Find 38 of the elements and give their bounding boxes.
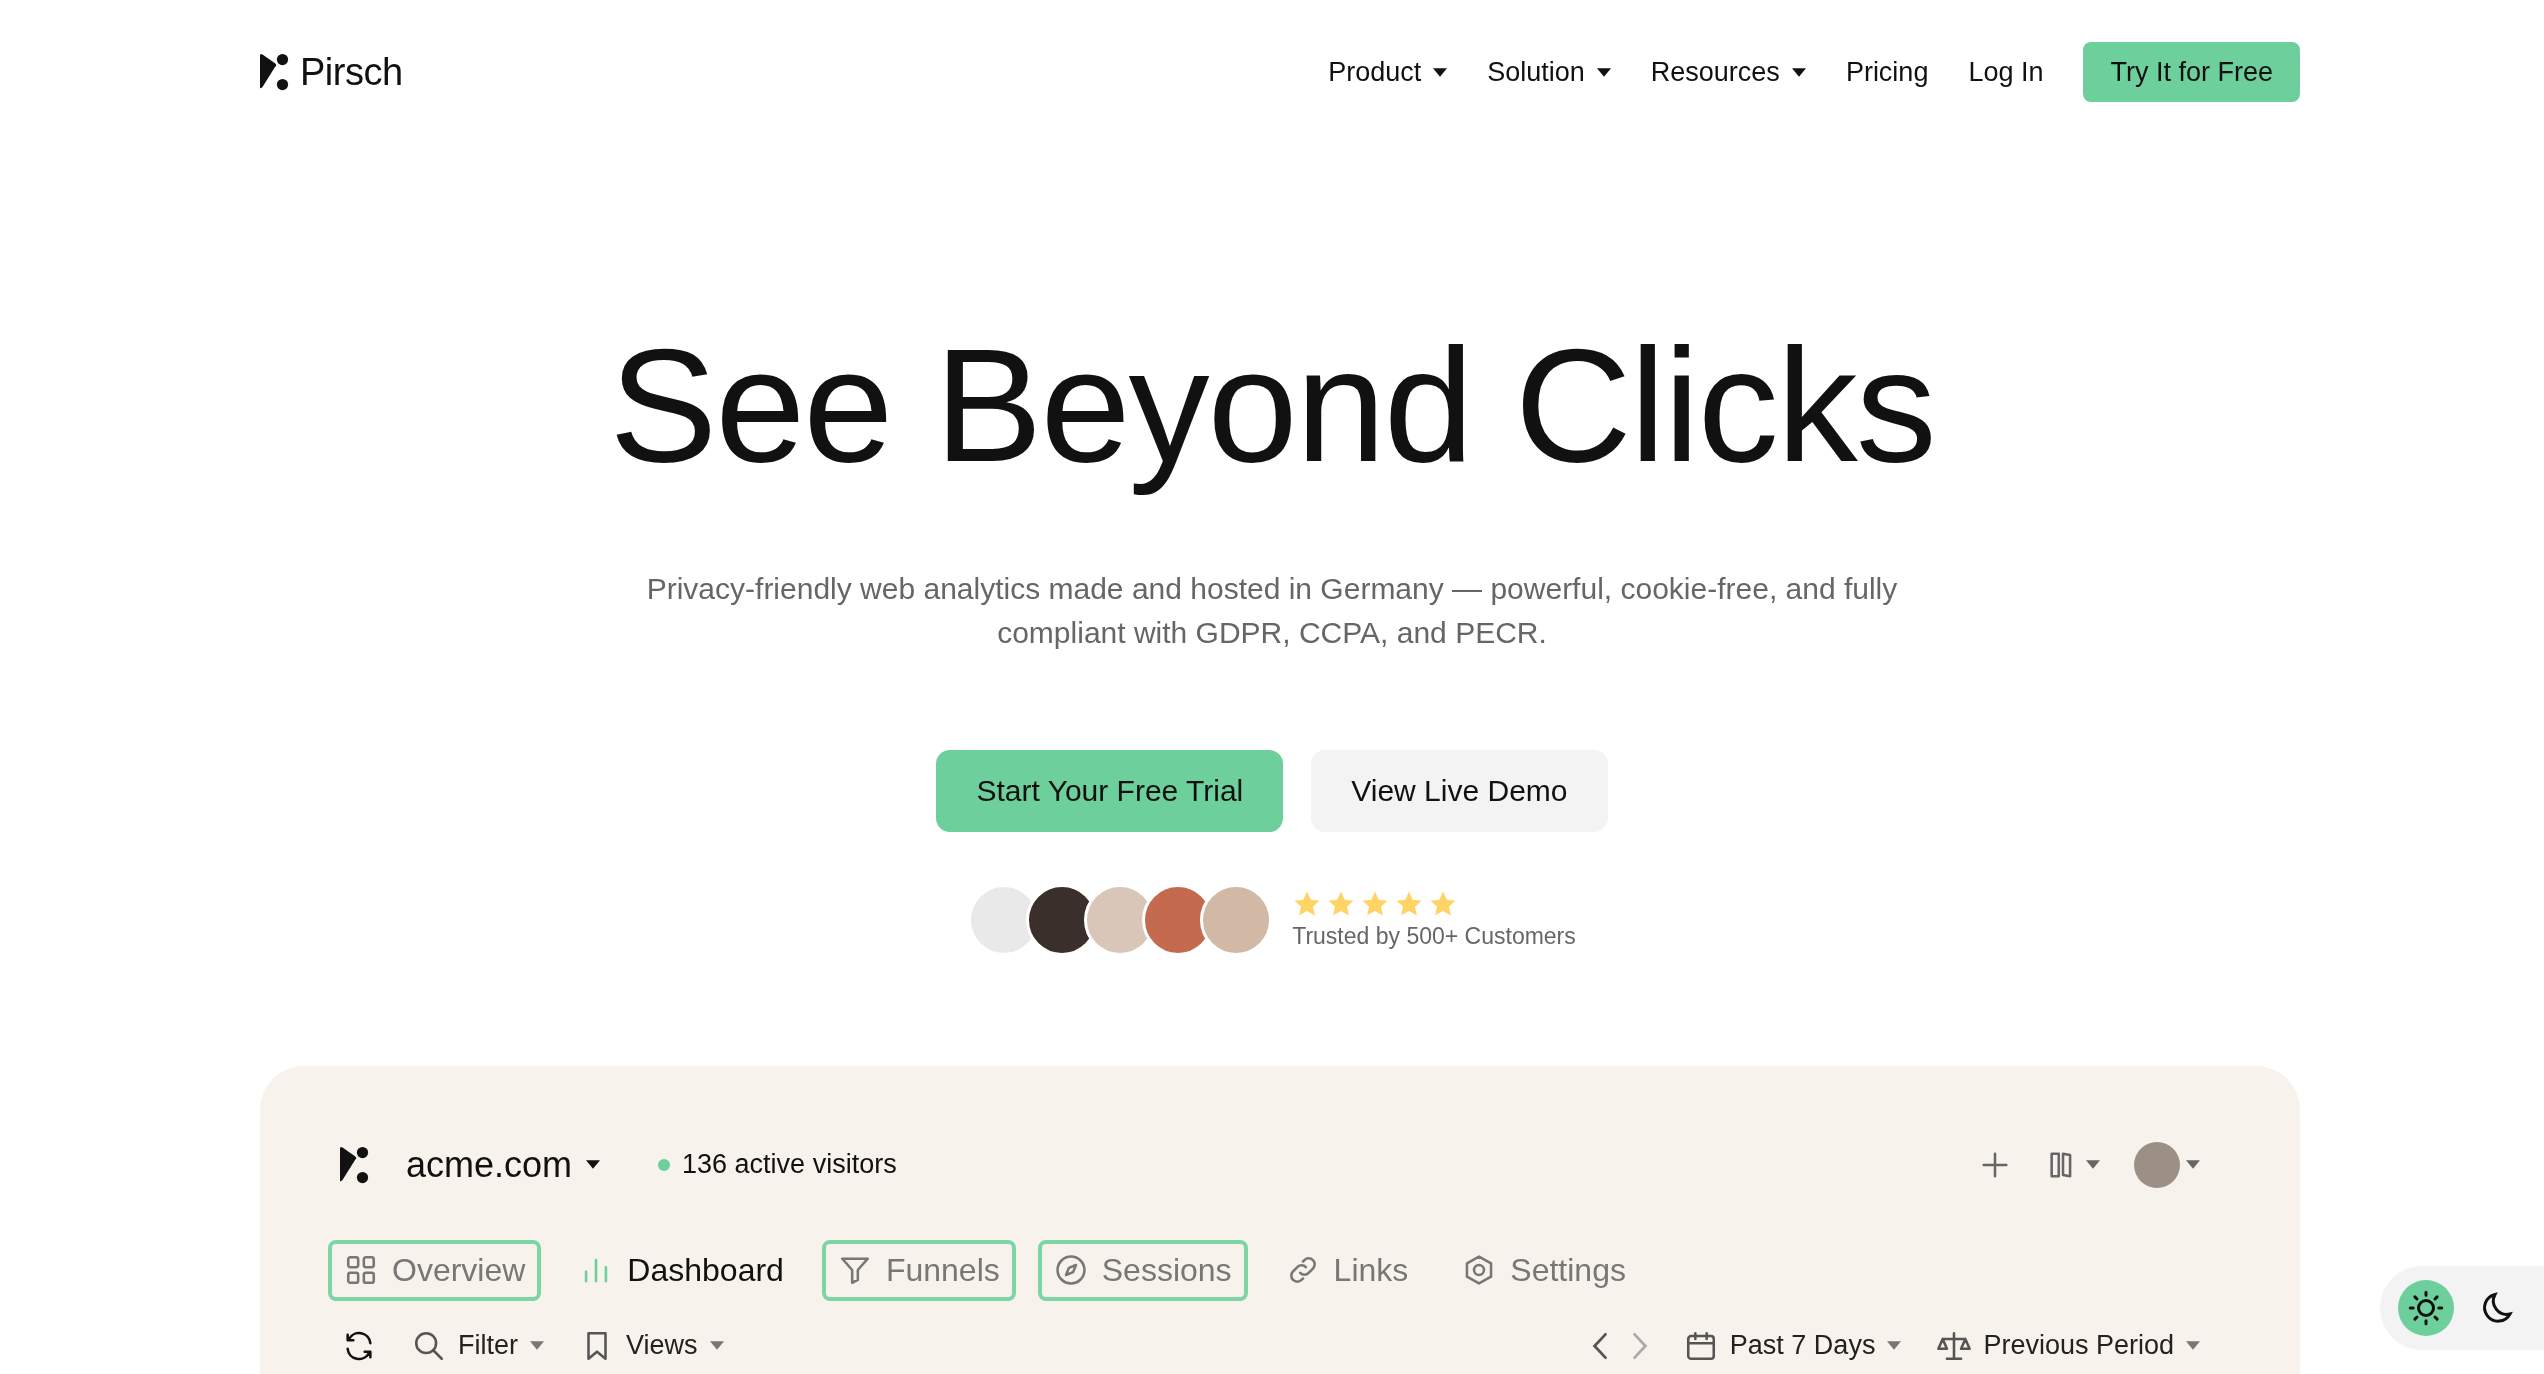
status-dot	[658, 1158, 671, 1171]
brand-name: Pirsch	[300, 50, 403, 94]
free-trial-button[interactable]: Start Your Free Trial	[936, 749, 1284, 832]
filter-button[interactable]: Filter	[412, 1328, 544, 1363]
nav-link[interactable]: Solution	[1487, 56, 1611, 88]
views-button[interactable]: Views	[580, 1328, 724, 1363]
caret-icon	[709, 1341, 724, 1350]
nav-link[interactable]: Product	[1328, 56, 1448, 88]
active-visitors: 136 active visitors	[682, 1149, 897, 1180]
caret-icon	[530, 1341, 544, 1350]
caret-icon	[586, 1160, 601, 1169]
nav-link[interactable]: Pricing	[1845, 56, 1929, 88]
caret-icon	[2186, 1341, 2200, 1350]
caret-icon	[2086, 1160, 2100, 1169]
nav-link[interactable]: Log In	[1968, 56, 2044, 88]
nav-tab[interactable]: Settings	[1446, 1239, 1642, 1301]
nav-tab[interactable]: Funnels	[821, 1239, 1016, 1301]
site-name[interactable]: acme.com	[406, 1143, 573, 1186]
grid-icon	[344, 1253, 378, 1287]
trust-text: Trusted by 500+ Customers	[1292, 923, 1576, 950]
live-demo-button[interactable]: View Live Demo	[1311, 749, 1608, 832]
compare-button[interactable]: Previous Period	[1937, 1328, 2200, 1363]
nav-tab[interactable]: Overview	[328, 1239, 542, 1301]
caret-icon	[1887, 1341, 1902, 1350]
caret-icon	[2186, 1160, 2200, 1169]
chevron-left-icon[interactable]	[1591, 1331, 1608, 1360]
light-mode-button[interactable]	[2398, 1280, 2454, 1336]
hero-subtitle: Privacy-friendly web analytics made and hosted in Germany — powerful, cookie-free, and fully compliant with GDPR, CCPA, and PECR.	[645, 570, 1899, 651]
compass-icon	[1053, 1253, 1088, 1287]
nav-tab[interactable]: Links	[1269, 1239, 1425, 1301]
sun-icon	[2408, 1290, 2444, 1326]
nav-tab[interactable]: Dashboard	[563, 1239, 800, 1301]
nav-tab[interactable]: Sessions	[1037, 1239, 1248, 1301]
user-avatar[interactable]	[2134, 1141, 2180, 1188]
nav-link[interactable]: Resources	[1650, 56, 1806, 88]
period-button[interactable]: Past 7 Days	[1683, 1328, 1902, 1363]
try-free-button[interactable]: Try It for Free	[2083, 42, 2300, 102]
hero-title: See Beyond Clicks	[609, 313, 1935, 497]
